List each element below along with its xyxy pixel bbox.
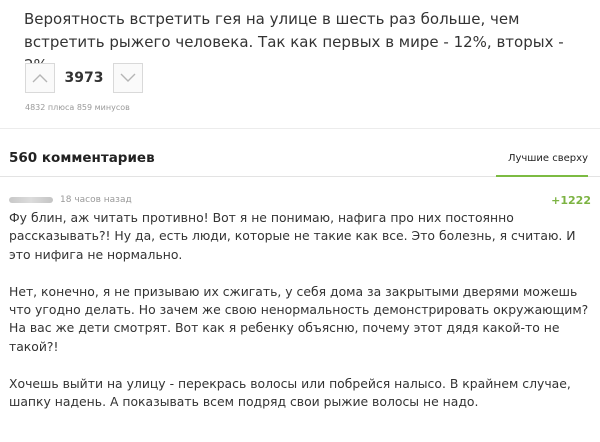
divider — [0, 128, 600, 129]
comment-paragraph: Фу блин, аж читать противно! Вот я не по… — [9, 210, 576, 262]
comment-paragraph: Нет, конечно, я не призываю их сжигать, … — [9, 283, 589, 354]
upvote-button[interactable] — [25, 63, 55, 93]
chevron-down-icon — [120, 73, 136, 82]
chevron-up-icon — [32, 74, 48, 83]
vote-stats: 4832 плюса 859 минусов — [25, 103, 130, 112]
sort-active-indicator — [496, 175, 588, 177]
comment-body: Фу блин, аж читать противно! Вот я не по… — [9, 209, 597, 411]
comment-timestamp: 18 часов назад — [60, 195, 132, 205]
page: Вероятность встретить гея на улице в шес… — [0, 0, 600, 442]
comments-count: 560 комментариев — [9, 150, 155, 166]
downvote-button[interactable] — [113, 63, 143, 93]
comment-meta: 18 часов назад — [9, 193, 132, 207]
comment-author-blurred[interactable] — [9, 197, 53, 203]
vote-widget: 3973 — [25, 62, 143, 94]
comment-rating: +1222 — [551, 194, 591, 207]
comment-paragraph: Хочешь выйти на улицу - перекрась волосы… — [9, 375, 571, 410]
sort-best-first-link[interactable]: Лучшие сверху — [508, 153, 588, 164]
vote-score: 3973 — [64, 70, 104, 86]
